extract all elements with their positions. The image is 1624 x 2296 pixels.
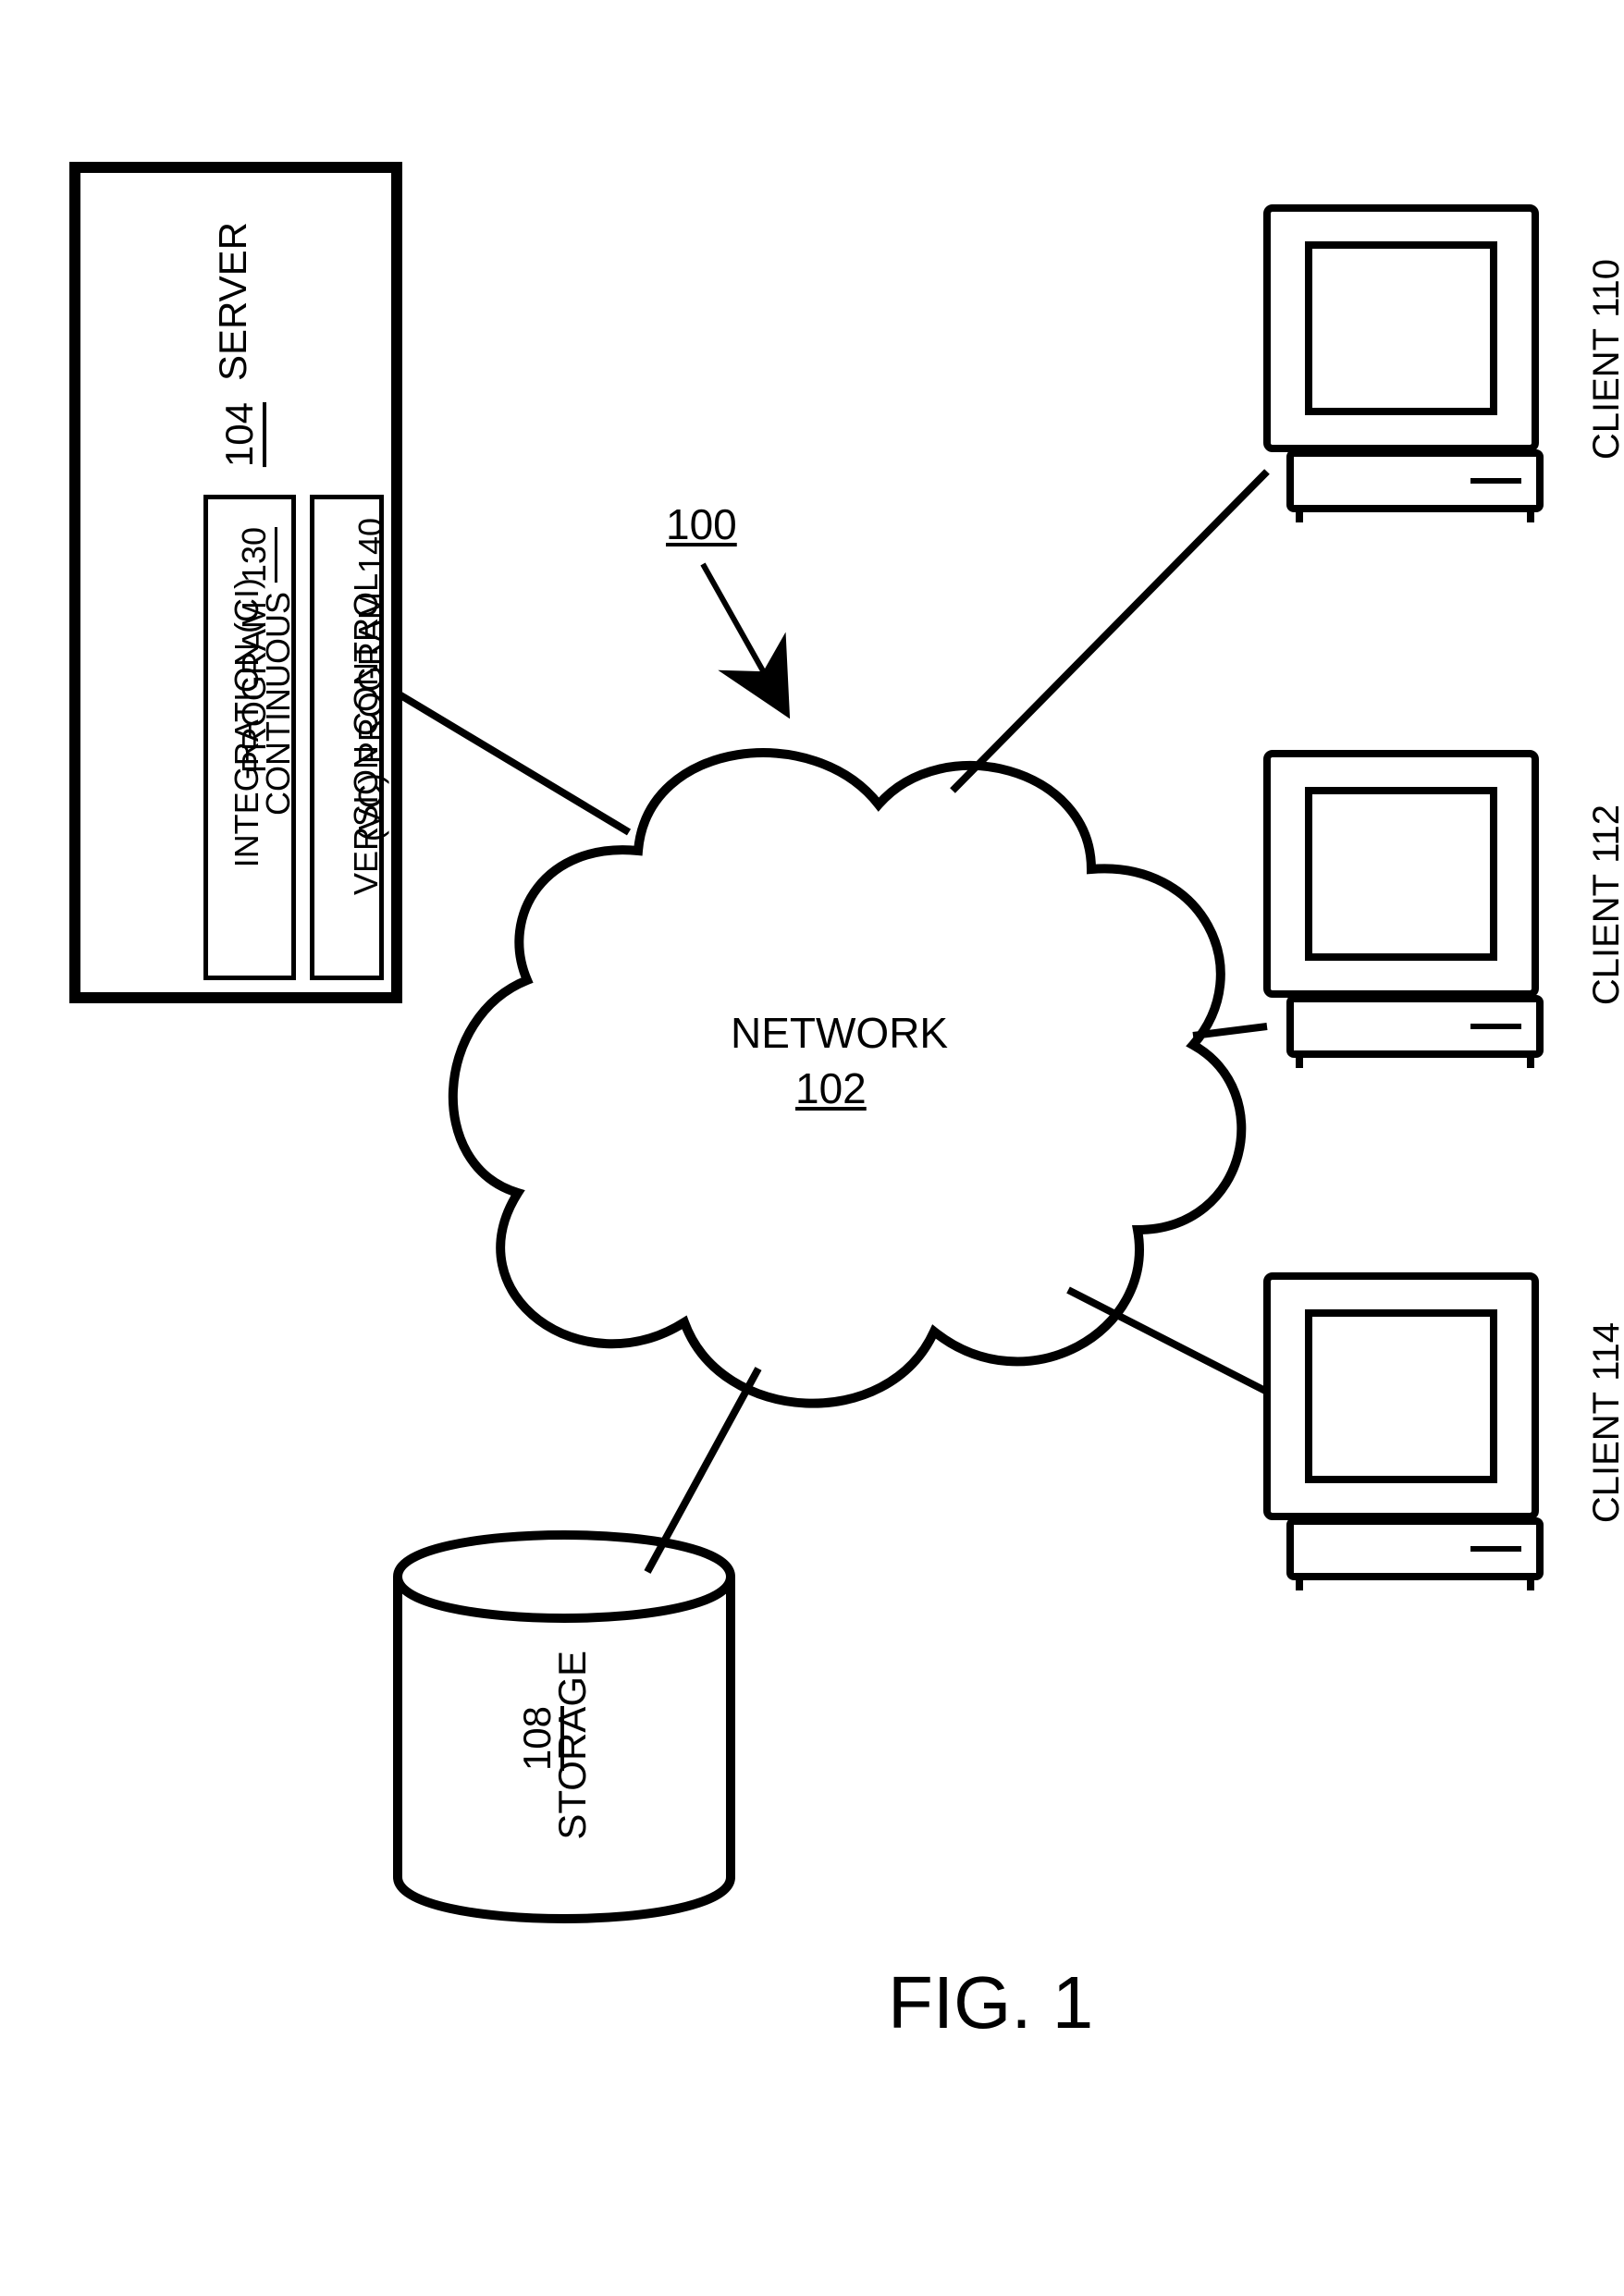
diagram-stage: 100 SERVER 104 CONTINUOUS INTEGRATION (C…	[0, 0, 1624, 2296]
network-label: NETWORK	[731, 1008, 948, 1058]
client-icon-2	[1267, 754, 1540, 1068]
figure-ref-num: 100	[666, 499, 737, 549]
storage-cylinder	[398, 1535, 731, 1919]
client1-label: CLIENT 110	[1544, 259, 1624, 501]
ci-program-box	[203, 495, 296, 980]
connection-lines	[398, 472, 1267, 1572]
vc-program-box	[310, 495, 384, 980]
network-cloud	[453, 753, 1242, 1404]
client-icon-1	[1267, 208, 1540, 522]
client-icon-3	[1267, 1276, 1540, 1590]
storage-label: STORAGE	[550, 1651, 595, 1840]
ref-pointer-100	[703, 564, 786, 712]
storage-ref: 108	[515, 1706, 560, 1771]
figure-caption: FIG. 1	[888, 1960, 1093, 2045]
client2-label: CLIENT 112	[1544, 804, 1624, 1047]
network-ref: 102	[795, 1063, 867, 1113]
client3-label: CLIENT 114	[1544, 1322, 1624, 1565]
